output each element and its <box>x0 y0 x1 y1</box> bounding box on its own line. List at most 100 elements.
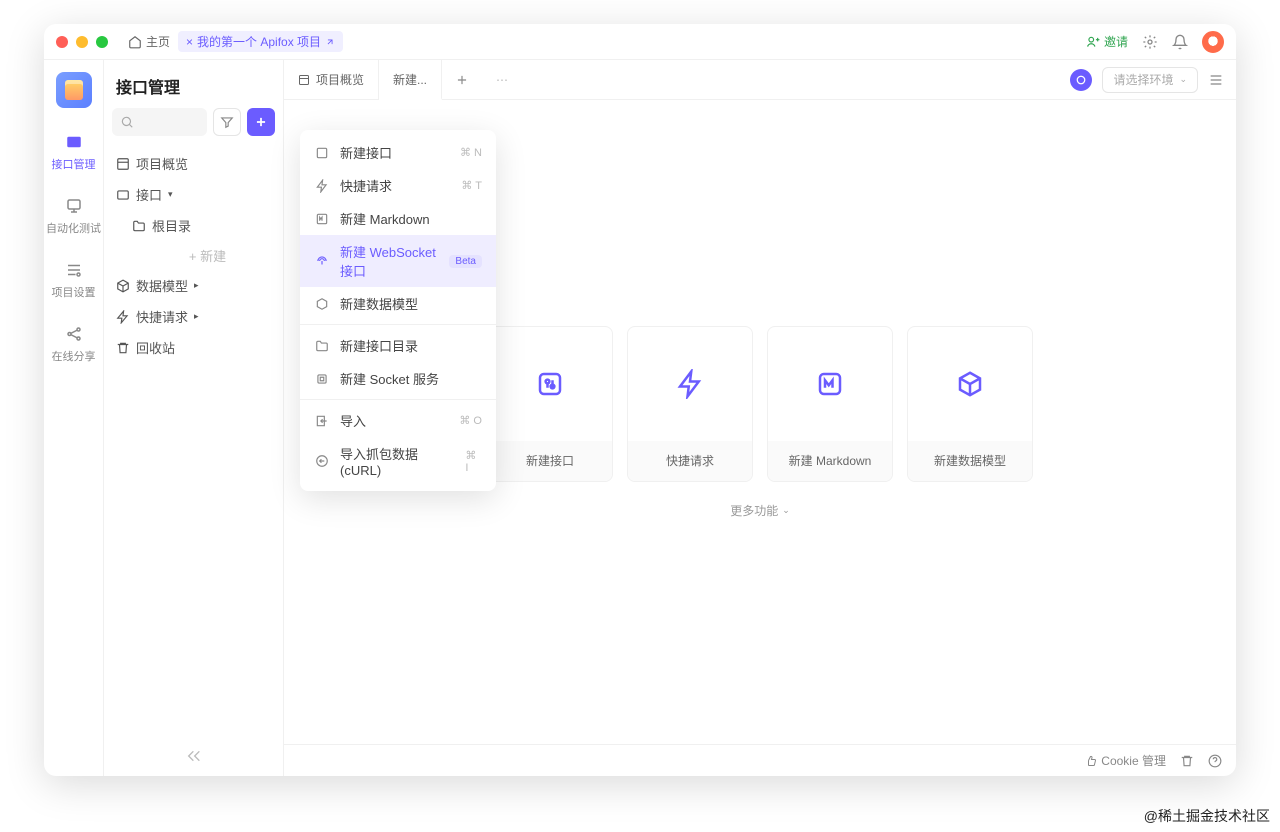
card-new-api[interactable]: 新建接口 <box>487 326 613 482</box>
settings-icon <box>65 261 83 279</box>
tab-overview[interactable]: 项目概览 <box>284 60 379 99</box>
tree-data-model[interactable]: 数据模型 ▸ <box>104 270 283 301</box>
dd-new-websocket[interactable]: 新建 WebSocket 接口 Beta <box>300 235 496 287</box>
user-plus-icon <box>1086 35 1100 49</box>
tree-overview[interactable]: 项目概览 <box>104 148 283 179</box>
tab-add[interactable] <box>442 60 482 99</box>
cookie-manage[interactable]: Cookie 管理 <box>1085 752 1166 769</box>
titlebar: 主页 × 我的第一个 Apifox 项目 邀请 <box>44 24 1236 60</box>
tree-label: 接口 <box>136 185 162 204</box>
user-avatar[interactable] <box>1202 31 1224 53</box>
project-tab[interactable]: × 我的第一个 Apifox 项目 <box>178 31 343 52</box>
panel-toggle[interactable] <box>1208 72 1224 88</box>
bolt-icon <box>116 310 130 324</box>
home-button[interactable]: 主页 <box>128 33 170 50</box>
close-window[interactable] <box>56 36 68 48</box>
nav-rail: 接口管理 自动化测试 项目设置 在线分享 <box>44 60 104 776</box>
cookie-label: Cookie 管理 <box>1101 752 1166 769</box>
dd-import-curl[interactable]: 导入抓包数据(cURL) ⌘ I <box>300 437 496 485</box>
footer: Cookie 管理 <box>284 744 1236 776</box>
import-icon <box>314 413 330 429</box>
md-icon <box>314 211 330 227</box>
dd-import[interactable]: 导入 ⌘ O <box>300 404 496 437</box>
rail-label: 自动化测试 <box>46 220 101 236</box>
rail-share[interactable]: 在线分享 <box>44 316 103 372</box>
dd-new-api-dir[interactable]: 新建接口目录 <box>300 329 496 362</box>
card-new-data-model[interactable]: 新建数据模型 <box>907 326 1033 482</box>
dd-label: 导入抓包数据(cURL) <box>340 444 455 478</box>
search-input[interactable] <box>112 108 207 136</box>
run-button[interactable] <box>1070 69 1092 91</box>
card-new-markdown[interactable]: 新建 Markdown <box>767 326 893 482</box>
tab-label: 新建... <box>393 71 427 88</box>
maximize-window[interactable] <box>96 36 108 48</box>
tree-trash[interactable]: 回收站 <box>104 332 283 363</box>
folder-icon <box>132 219 146 233</box>
minimize-window[interactable] <box>76 36 88 48</box>
collapse-sidebar[interactable] <box>186 748 202 764</box>
dd-label: 新建 Markdown <box>340 209 430 228</box>
separator <box>300 324 496 325</box>
close-tab-icon[interactable]: × <box>186 35 193 49</box>
tree-api[interactable]: 接口 ▾ <box>104 179 283 210</box>
dd-label: 新建数据模型 <box>340 294 418 313</box>
folder-icon <box>314 338 330 354</box>
chevron-down-icon: ⌄ <box>782 505 790 516</box>
card-label: 新建接口 <box>488 441 612 481</box>
project-tab-label: 我的第一个 Apifox 项目 <box>197 33 321 50</box>
cube-icon <box>116 279 130 293</box>
menu-icon <box>1208 72 1224 88</box>
add-dropdown: 新建接口 ⌘ N 快捷请求 ⌘ T 新建 Markdown 新建 WebSock… <box>300 130 496 491</box>
watermark: @稀土掘金技术社区 <box>1144 806 1270 826</box>
help-icon[interactable] <box>1208 754 1222 768</box>
chevron-right-icon: ▸ <box>194 311 199 322</box>
tree-root-dir[interactable]: 根目录 <box>104 210 283 241</box>
card-label: 快捷请求 <box>628 441 752 481</box>
env-placeholder: 请选择环境 <box>1113 71 1173 88</box>
dd-new-data-model[interactable]: 新建数据模型 <box>300 287 496 320</box>
dd-quick-request[interactable]: 快捷请求 ⌘ T <box>300 169 496 202</box>
tab-more[interactable]: ⋯ <box>482 60 522 99</box>
cube-card-icon <box>955 369 985 399</box>
rail-automation[interactable]: 自动化测试 <box>44 188 103 244</box>
curl-icon <box>314 453 330 469</box>
trash-icon[interactable] <box>1180 754 1194 768</box>
tree-quick-request[interactable]: 快捷请求 ▸ <box>104 301 283 332</box>
ws-icon <box>314 253 330 269</box>
app-logo[interactable] <box>56 72 92 108</box>
settings-icon[interactable] <box>1142 34 1158 50</box>
more-functions[interactable]: 更多功能 ⌄ <box>730 502 790 519</box>
thumb-icon <box>1085 755 1097 767</box>
add-button[interactable] <box>247 108 275 136</box>
filter-icon <box>220 115 234 129</box>
tree-label: 数据模型 <box>136 276 188 295</box>
dd-shortcut: ⌘ N <box>460 146 482 159</box>
window-controls <box>56 36 108 48</box>
cube-icon <box>314 296 330 312</box>
filter-button[interactable] <box>213 108 241 136</box>
socket-icon <box>314 371 330 387</box>
tree-label: 项目概览 <box>136 154 188 173</box>
home-icon <box>128 35 142 49</box>
dd-new-markdown[interactable]: 新建 Markdown <box>300 202 496 235</box>
api-icon <box>314 145 330 161</box>
plus-icon <box>254 115 268 129</box>
overview-icon <box>116 157 130 171</box>
dd-shortcut: ⌘ I <box>465 449 482 474</box>
bell-icon[interactable] <box>1172 34 1188 50</box>
dd-new-api[interactable]: 新建接口 ⌘ N <box>300 136 496 169</box>
rail-api-manage[interactable]: 接口管理 <box>44 124 103 180</box>
dd-label: 新建接口目录 <box>340 336 418 355</box>
environment-select[interactable]: 请选择环境 ⌄ <box>1102 67 1198 93</box>
home-label: 主页 <box>146 33 170 50</box>
sidebar-title: 接口管理 <box>104 60 283 108</box>
tree-new-hint[interactable]: + 新建 <box>104 241 283 270</box>
card-quick-request[interactable]: 快捷请求 <box>627 326 753 482</box>
tree-label: 根目录 <box>152 216 191 235</box>
sidebar: 接口管理 项目概览 接口 <box>104 60 284 776</box>
dd-new-socket[interactable]: 新建 Socket 服务 <box>300 362 496 395</box>
trash-icon <box>116 341 130 355</box>
tab-new[interactable]: 新建... <box>379 60 442 100</box>
rail-settings[interactable]: 项目设置 <box>44 252 103 308</box>
invite-button[interactable]: 邀请 <box>1086 33 1128 50</box>
